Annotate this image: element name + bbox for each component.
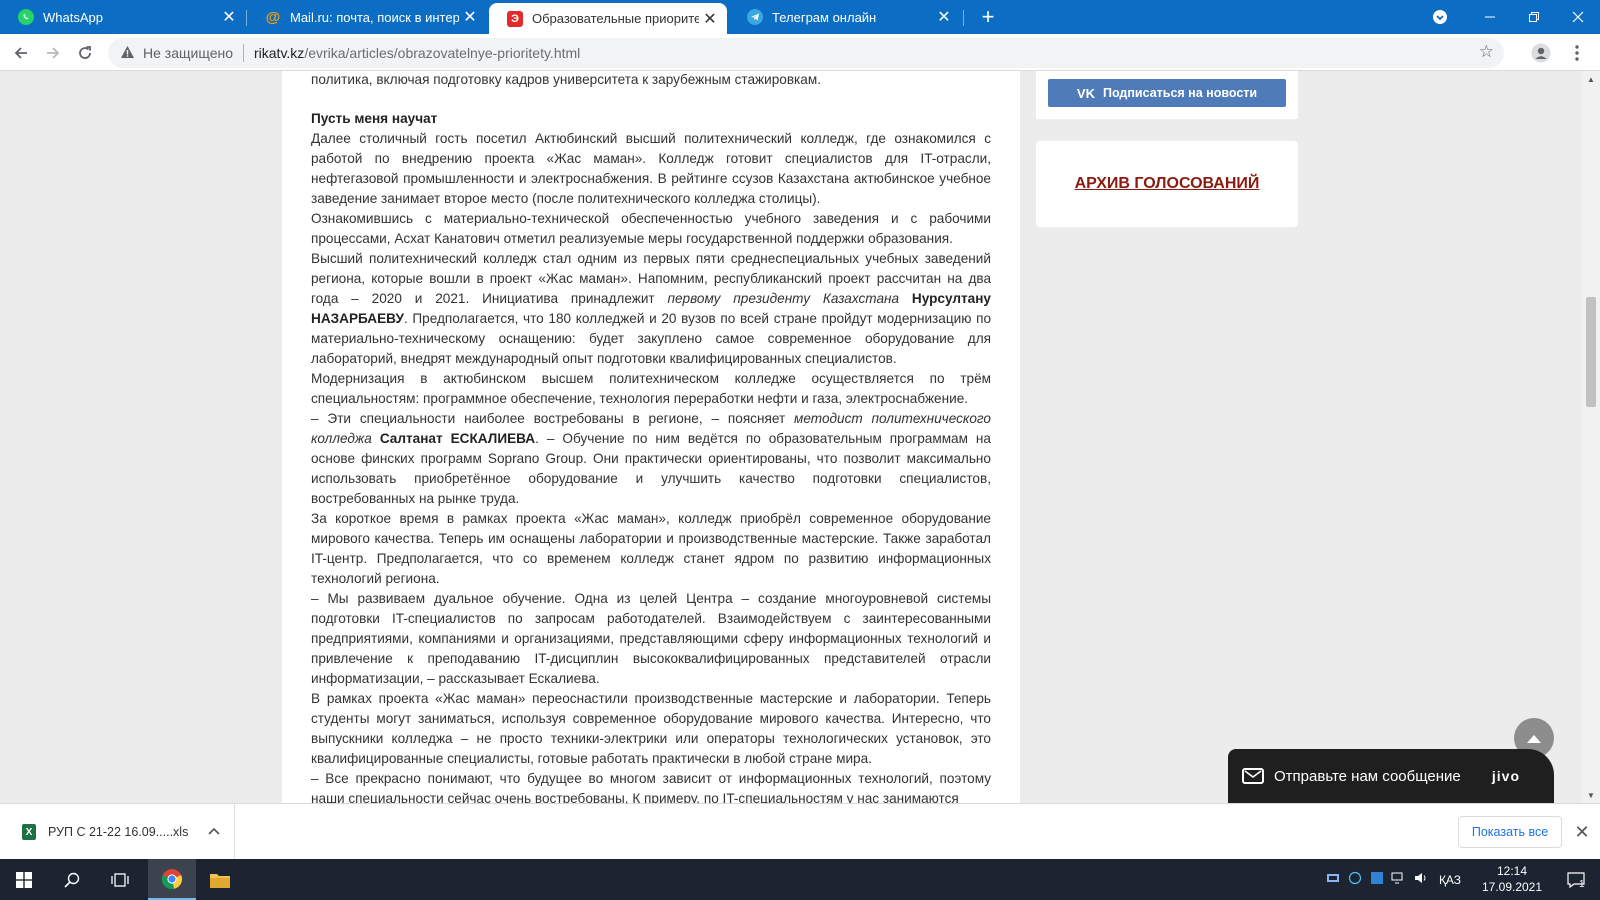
notifications-icon[interactable]: 1 — [1552, 859, 1600, 900]
close-window-icon[interactable] — [1556, 0, 1600, 34]
security-label[interactable]: Не защищено — [143, 45, 233, 61]
poll-archive-link[interactable]: АРХИВ ГОЛОСОВАНИЙ — [1075, 175, 1260, 193]
tab-title: WhatsApp — [43, 9, 103, 25]
scroll-up-arrow-icon[interactable]: ▲ — [1582, 71, 1600, 87]
whatsapp-icon — [18, 9, 34, 25]
subscribe-card: VK Подписаться на новости — [1036, 71, 1298, 119]
new-tab-button[interactable]: + — [976, 4, 1000, 29]
browser-toolbar: Не защищено rikatv.kz/evrika/articles/ob… — [0, 34, 1600, 71]
article-paragraph: – Все прекрасно понимают, что будущее во… — [311, 771, 991, 803]
download-file-name: РУП С 21-22 16.09.....xls — [48, 825, 189, 839]
tab-whatsapp[interactable]: WhatsApp ✕ — [0, 0, 246, 34]
tab-title: Образовательные приоритеты — [532, 11, 699, 26]
back-arrow-icon[interactable] — [8, 40, 34, 66]
close-download-shelf-icon[interactable]: ✕ — [1570, 820, 1594, 844]
url-text[interactable]: rikatv.kz/evrika/articles/obrazovatelnye… — [254, 45, 580, 61]
text-run: . Предполагается, что 180 колледжей и 20… — [311, 311, 991, 366]
profile-avatar-icon[interactable] — [1528, 40, 1554, 66]
archive-card: АРХИВ ГОЛОСОВАНИЙ — [1036, 141, 1298, 227]
vk-subscribe-button[interactable]: VK Подписаться на новости — [1048, 79, 1286, 107]
chat-prompt: Отправьте нам сообщение — [1274, 767, 1461, 785]
browser-menu-icon[interactable] — [1564, 40, 1590, 66]
bold-name: Салтанат ЕСКАЛИЕВА — [379, 431, 536, 446]
tab-telegram[interactable]: Телеграм онлайн ✕ — [729, 0, 961, 34]
url-host: rikatv.kz — [254, 45, 305, 61]
article-paragraph: – Эти специальности наиболее востребован… — [311, 409, 991, 509]
tab-title: Mail.ru: почта, поиск в интерне — [290, 9, 459, 25]
article-column: политика, включая подготовку кадров унив… — [282, 71, 1020, 803]
download-item[interactable]: X РУП С 21-22 16.09.....xls — [0, 804, 235, 860]
tab-title: Телеграм онлайн — [772, 9, 877, 25]
taskbar-clock[interactable]: 12:14 17.09.2021 — [1480, 863, 1544, 895]
reload-icon[interactable] — [72, 40, 98, 66]
system-tray: ҚАЗ — [1322, 859, 1468, 900]
italic-text: первому президенту Казахстана — [667, 291, 900, 306]
omnibox-divider — [243, 44, 244, 62]
close-tab-icon[interactable]: ✕ — [459, 6, 481, 28]
rika-logo-icon: Э — [507, 10, 523, 27]
jivo-logo: jivo — [1491, 768, 1520, 784]
bluetooth-icon[interactable] — [1344, 871, 1366, 888]
vk-logo-icon: VK — [1076, 85, 1095, 101]
task-view-icon[interactable] — [96, 859, 144, 900]
article-paragraph: политика, включая подготовку кадров унив… — [311, 72, 821, 87]
article-paragraph: За короткое время в рамках проекта «Жас … — [311, 511, 991, 586]
page-viewport: политика, включая подготовку кадров унив… — [0, 71, 1582, 803]
scrollbar-thumb[interactable] — [1586, 297, 1596, 407]
url-path: /evrika/articles/obrazovatelnye-priorite… — [304, 45, 581, 61]
show-all-downloads-button[interactable]: Показать все — [1458, 816, 1562, 848]
minimize-icon[interactable] — [1468, 0, 1512, 34]
restore-icon[interactable] — [1512, 0, 1556, 34]
windows-start-icon[interactable] — [0, 859, 48, 900]
article-paragraph: Высший политехнический колледж стал одни… — [311, 249, 991, 369]
keyboard-language[interactable]: ҚАЗ — [1432, 873, 1468, 887]
article-paragraph: В рамках проекта «Жас маман» переоснасти… — [311, 691, 991, 766]
article-paragraph: – Мы развиваем дуальное обучение. Одна и… — [311, 591, 991, 686]
bookmark-star-icon[interactable]: ☆ — [1479, 42, 1494, 62]
close-tab-icon[interactable]: ✕ — [933, 6, 955, 28]
text-run: – Эти специальности наиболее востребован… — [311, 411, 795, 426]
article-paragraph: Далее столичный гость посетил Актюбински… — [311, 131, 991, 206]
forward-arrow-icon[interactable] — [40, 40, 66, 66]
at-sign-icon: @ — [265, 8, 281, 26]
tab-search-icon[interactable] — [1418, 0, 1462, 34]
tab-strip: WhatsApp ✕ @ Mail.ru: почта, поиск в инт… — [0, 0, 1600, 34]
clock-date: 17.09.2021 — [1481, 880, 1543, 894]
excel-file-icon: X — [22, 824, 36, 840]
telegram-icon — [747, 9, 763, 25]
file-explorer-icon[interactable] — [196, 859, 244, 900]
article-subheading: Пусть меня научат — [311, 111, 438, 126]
article-paragraph: Модернизация в актюбинском высшем полите… — [311, 371, 991, 406]
close-tab-icon[interactable]: ✕ — [699, 8, 721, 30]
vk-subscribe-label: Подписаться на новости — [1102, 86, 1258, 100]
wifi-icon[interactable] — [1388, 871, 1410, 888]
scroll-down-arrow-icon[interactable]: ▼ — [1582, 787, 1600, 803]
warning-triangle-icon[interactable] — [120, 45, 135, 62]
tab-separator — [963, 10, 964, 26]
download-shelf: X РУП С 21-22 16.09.....xls Показать все… — [0, 803, 1600, 860]
volume-icon[interactable] — [1410, 872, 1432, 887]
envelope-icon — [1242, 768, 1264, 784]
jivo-chat-widget[interactable]: Отправьте нам сообщение jivo — [1228, 749, 1554, 803]
tab-mailru[interactable]: @ Mail.ru: почта, поиск в интерне ✕ — [247, 0, 487, 34]
page-scrollbar[interactable]: ▲ ▼ — [1582, 71, 1600, 803]
taskbar-search-icon[interactable] — [48, 859, 96, 900]
article-paragraph: Ознакомившись с материально-технической … — [311, 211, 991, 246]
article-body: политика, включая подготовку кадров унив… — [311, 71, 991, 803]
chrome-taskbar-icon[interactable] — [148, 859, 196, 900]
clock-time: 12:14 — [1496, 864, 1528, 878]
network-status-icon[interactable] — [1322, 872, 1344, 887]
notification-count: 1 — [1579, 879, 1585, 890]
windows-taskbar: ҚАЗ 12:14 17.09.2021 1 — [0, 859, 1600, 900]
chevron-up-icon[interactable] — [208, 826, 220, 838]
close-tab-icon[interactable]: ✕ — [218, 6, 240, 28]
tab-obrazovatelnye-prioritety[interactable]: Э Образовательные приоритеты ✕ — [489, 3, 727, 34]
address-bar[interactable]: Не защищено rikatv.kz/evrika/articles/ob… — [108, 38, 1504, 68]
app-tray-icon[interactable] — [1366, 871, 1388, 888]
